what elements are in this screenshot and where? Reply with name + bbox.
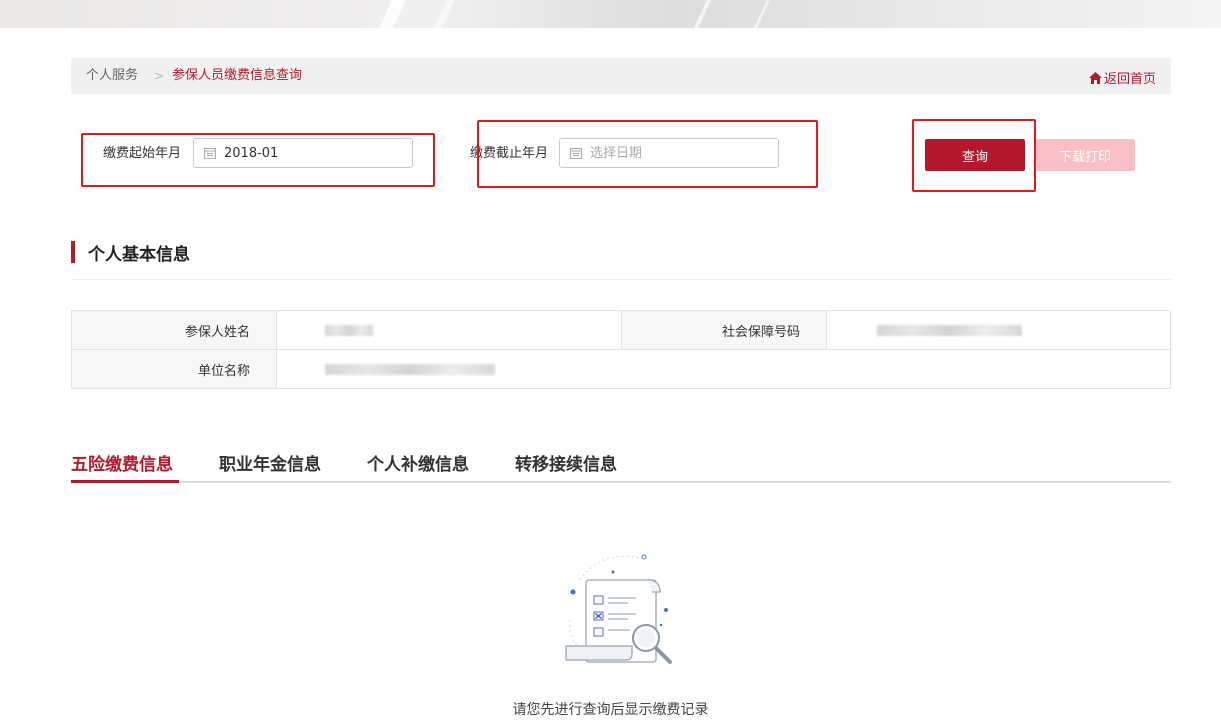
top-banner-image bbox=[0, 0, 1221, 28]
annotation-box-end bbox=[477, 120, 818, 188]
unit-label: 单位名称 bbox=[71, 349, 277, 389]
basic-info-table: 参保人姓名 社会保障号码 单位名称 bbox=[71, 310, 1171, 389]
return-home-label: 返回首页 bbox=[1103, 72, 1156, 87]
breadcrumb-separator-icon: > bbox=[154, 69, 165, 83]
name-label: 参保人姓名 bbox=[71, 310, 277, 350]
tab-divider bbox=[71, 481, 1171, 483]
basic-info-title: 个人基本信息 bbox=[88, 244, 190, 265]
annotation-box-start bbox=[81, 133, 435, 187]
breadcrumb-item-personal-services[interactable]: 个人服务 bbox=[86, 68, 138, 84]
tab-five-insurance[interactable]: 五险缴费信息 bbox=[71, 450, 173, 475]
home-icon bbox=[1088, 71, 1102, 84]
table-row: 参保人姓名 社会保障号码 bbox=[71, 310, 1171, 350]
divider bbox=[71, 279, 1171, 280]
annotation-box-query bbox=[912, 119, 1036, 192]
download-print-button[interactable]: 下载打印 bbox=[1035, 139, 1135, 171]
tab-transfer-continuation[interactable]: 转移接续信息 bbox=[515, 450, 617, 475]
tab-personal-supplement[interactable]: 个人补缴信息 bbox=[367, 450, 469, 475]
ssn-label: 社会保障号码 bbox=[621, 310, 827, 350]
breadcrumb: 个人服务 > 参保人员缴费信息查询 返回首页 bbox=[71, 58, 1171, 94]
name-value-redacted bbox=[276, 310, 622, 350]
table-row: 单位名称 bbox=[71, 349, 1171, 389]
document-search-icon bbox=[565, 554, 672, 664]
return-home-link[interactable]: 返回首页 bbox=[1088, 68, 1156, 87]
empty-state-message: 请您先进行查询后显示缴费记录 bbox=[512, 702, 709, 718]
unit-value-redacted bbox=[276, 349, 1171, 389]
heading-accent-bar bbox=[71, 241, 75, 263]
active-tab-indicator bbox=[71, 480, 179, 483]
tab-occupational-annuity[interactable]: 职业年金信息 bbox=[219, 450, 321, 475]
basic-info-heading: 个人基本信息 bbox=[71, 240, 190, 265]
breadcrumb-item-current: 参保人员缴费信息查询 bbox=[172, 68, 303, 83]
ssn-value-redacted bbox=[826, 310, 1171, 350]
